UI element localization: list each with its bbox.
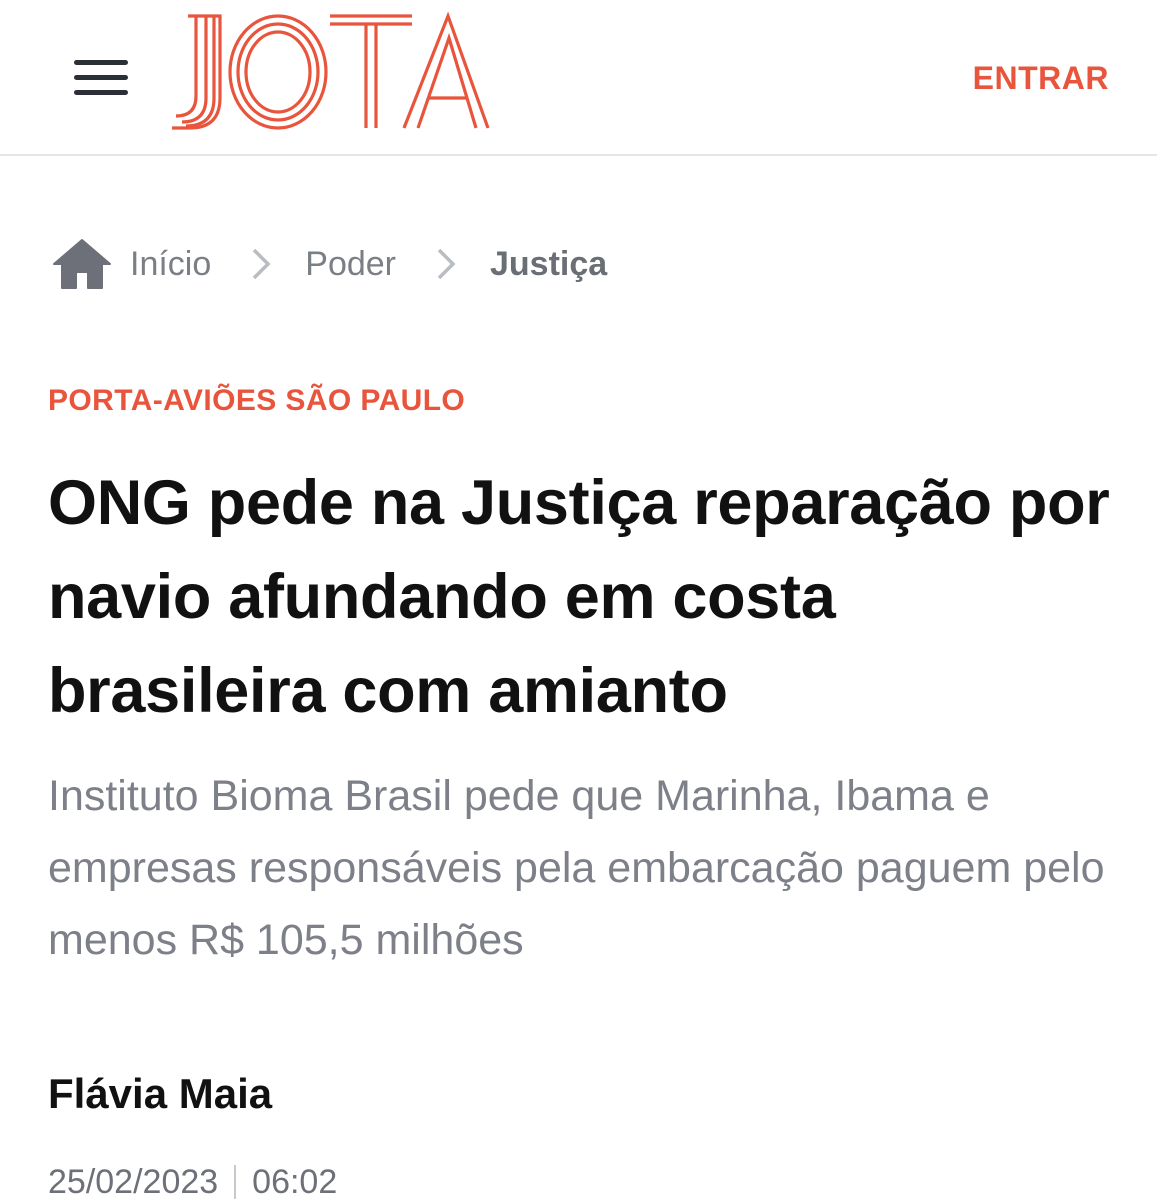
site-header: ENTRAR <box>0 0 1157 156</box>
article-subtitle: Instituto Bioma Brasil pede que Marinha,… <box>48 772 1105 964</box>
article-dateline: 25/02/2023 06:02 <box>48 1160 337 1200</box>
hamburger-menu-icon[interactable] <box>72 58 130 98</box>
article-page: ENTRAR Início Poder Justiça PORTA-AVIÕES… <box>0 0 1157 1200</box>
publish-time: 06:02 <box>252 1162 338 1200</box>
breadcrumb-item-justica[interactable]: Justiça <box>490 245 607 284</box>
publish-date: 25/02/2023 <box>48 1162 219 1200</box>
article-kicker[interactable]: PORTA-AVIÕES SÃO PAULO <box>48 384 465 418</box>
breadcrumb: Início Poder Justiça <box>52 236 607 292</box>
login-button[interactable]: ENTRAR <box>973 56 1109 100</box>
home-icon[interactable] <box>52 238 112 290</box>
author-name[interactable]: Flávia Maia <box>48 1070 272 1118</box>
chevron-right-icon <box>253 248 271 280</box>
article-title: ONG pede na Justiça reparação por navio … <box>48 468 1110 726</box>
chevron-right-icon <box>437 248 456 280</box>
breadcrumb-item-poder[interactable]: Poder <box>305 245 396 284</box>
date-divider <box>234 1165 237 1199</box>
jota-logo[interactable] <box>168 10 492 134</box>
breadcrumb-item-inicio[interactable]: Início <box>130 245 211 284</box>
